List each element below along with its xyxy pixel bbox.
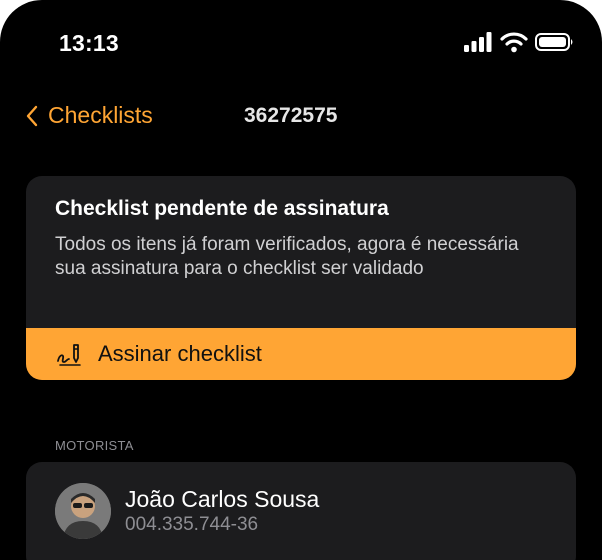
driver-card[interactable]: João Carlos Sousa 004.335.744-36: [26, 462, 576, 560]
avatar: [55, 483, 111, 539]
cellular-signal-icon: [464, 32, 492, 52]
phone-screen: 13:13 Checklists 36272575 Checklist pend…: [0, 0, 602, 560]
driver-document: 004.335.744-36: [125, 514, 259, 535]
sign-checklist-button[interactable]: Assinar checklist: [26, 328, 576, 380]
status-time: 13:13: [59, 30, 119, 56]
avatar-image: [55, 483, 111, 539]
section-label-motorista: MOTORISTA: [55, 438, 134, 453]
sign-checklist-label: Assinar checklist: [98, 341, 262, 366]
chevron-left-icon: [26, 105, 38, 126]
back-button[interactable]: Checklists: [26, 102, 153, 129]
wifi-icon: [500, 32, 528, 53]
signature-icon: [57, 344, 81, 366]
card-description: Todos os itens já foram verificados, ago…: [55, 234, 519, 279]
status-icons: [464, 31, 575, 53]
pending-signature-card: Checklist pendente de assinatura Todos o…: [26, 176, 576, 380]
driver-name: João Carlos Sousa: [125, 486, 320, 512]
page-title: 36272575: [244, 104, 338, 127]
card-title: Checklist pendente de assinatura: [55, 197, 389, 220]
back-button-label: Checklists: [48, 102, 153, 128]
battery-icon: [535, 33, 573, 51]
